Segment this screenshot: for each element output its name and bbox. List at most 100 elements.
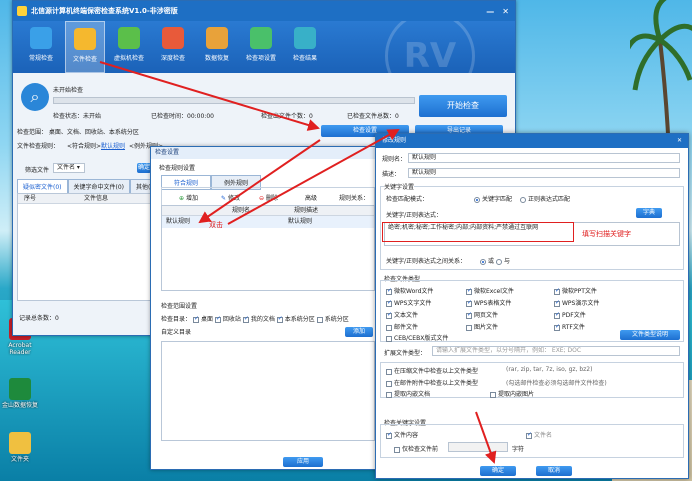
- scope-syspart-checkbox[interactable]: [276, 315, 283, 323]
- match-regex-radio[interactable]: 正则表达式匹配: [520, 194, 570, 203]
- scope-recycle-checkbox[interactable]: [214, 315, 221, 323]
- scan-not-started: 未开始检查: [53, 87, 84, 94]
- relation-or-radio[interactable]: 或: [480, 256, 494, 265]
- mail-attach-hint: (勾选邮件检查必须勾选邮件文件检查): [506, 380, 607, 387]
- keyword-highlight-box: [382, 222, 574, 242]
- main-titlebar: 北信源计算机终端保密检查系统V1.0-非涉密版 — ✕: [13, 1, 515, 21]
- type-image[interactable]: 图片文件: [466, 322, 498, 331]
- magnifier-icon: [162, 27, 184, 49]
- delete-rule-button[interactable]: ⊖ 删除: [259, 193, 278, 202]
- scope-summary: 检查范围： 桌面、文档、回收站、本系统分区: [17, 129, 139, 136]
- custom-dir-label: 自定义目录: [161, 329, 192, 336]
- app-logo-icon: [17, 6, 27, 16]
- filter-ok-button[interactable]: 确定: [137, 163, 151, 173]
- ext-type-input[interactable]: 请输入扩展文件类型，以分号隔开，例如： EXE; DOC: [432, 346, 680, 356]
- custom-dir-list[interactable]: [161, 341, 375, 441]
- scope-system-checkbox[interactable]: [316, 316, 323, 323]
- box-icon: [206, 27, 228, 49]
- file-name-checkbox[interactable]: 文件名: [526, 430, 552, 439]
- rule-table: 规则名 规则描述 默认规则 默认规则: [161, 205, 375, 291]
- close-button[interactable]: ✕: [502, 7, 509, 16]
- type-wps-sheet[interactable]: WPS表格文件: [466, 298, 511, 307]
- filter-label: 筛选文件: [25, 167, 50, 174]
- app-title: 北信源计算机终端保密检查系统V1.0-非涉密版: [31, 7, 178, 15]
- data-recovery-shortcut[interactable]: 金山数据恢复: [2, 378, 38, 409]
- col-file-info: 文件信息: [84, 195, 109, 202]
- embedded-image-checkbox[interactable]: 提取内嵌图片: [490, 389, 534, 398]
- dialog-close-icon[interactable]: ✕: [677, 134, 688, 148]
- scan-panel: ⌕ 未开始检查 开始检查 检查状态：未开始 已检查时间：00:00:00 检查出…: [17, 81, 513, 121]
- match-keyword-radio[interactable]: 关键字匹配: [474, 194, 512, 203]
- advanced-button[interactable]: 高级: [305, 193, 317, 202]
- scope-desktop-checkbox[interactable]: [192, 315, 199, 323]
- scan-status: 检查状态：未开始: [53, 113, 102, 120]
- filetype-explain-button[interactable]: 文件类型说明: [620, 330, 680, 340]
- toolbar-routine-check[interactable]: 常规检查: [21, 21, 61, 73]
- file-content-checkbox[interactable]: 文件内容: [386, 430, 418, 439]
- scan-total-count: 已检查文件总数：0: [347, 113, 399, 120]
- type-ceb[interactable]: CEB/CEBX版式文件: [386, 333, 448, 342]
- filter-select[interactable]: 文件名 ▾: [53, 163, 85, 173]
- rule-edit-title: 修改规则 ✕: [376, 134, 688, 148]
- cancel-button[interactable]: 取消: [536, 466, 572, 476]
- embedded-doc-checkbox[interactable]: 提取内嵌文档: [386, 389, 430, 398]
- disc-icon: [118, 27, 140, 49]
- result-table-header: 序号 文件信息: [18, 194, 150, 204]
- type-wps-present[interactable]: WPS演示文件: [554, 298, 599, 307]
- prefix-only-checkbox[interactable]: 仅检查文件前: [394, 444, 438, 453]
- compress-checkbox[interactable]: 在压缩文件中检查以上文件类型: [386, 366, 478, 375]
- type-text[interactable]: 文本文件: [386, 310, 418, 319]
- toolbar-file-check[interactable]: 文件检查: [65, 21, 105, 73]
- rule-table-header: 规则名 规则描述: [162, 206, 374, 216]
- chars-label: 字符: [512, 446, 525, 453]
- toolbar-deep-check[interactable]: 深度检查: [153, 21, 193, 73]
- folder-shortcut[interactable]: 文件夹: [2, 432, 38, 463]
- table-row[interactable]: 默认规则 默认规则: [162, 216, 374, 228]
- col-rule-desc: 规则描述: [294, 207, 319, 214]
- tab-keyword-hits[interactable]: 关键字命中文件(0): [67, 179, 130, 194]
- toolbar-check-settings[interactable]: 检查项设置: [241, 21, 281, 73]
- rule-row-desc: 默认规则: [288, 218, 313, 225]
- double-click-hint: 双击: [209, 221, 223, 229]
- rule-name-input[interactable]: 默认规则: [408, 153, 680, 163]
- toolbar-data-recovery[interactable]: 数据恢复: [197, 21, 237, 73]
- keyword-label: 关键字/正则表达式：: [386, 212, 443, 219]
- relation-and-radio[interactable]: 与: [496, 256, 510, 265]
- minimize-button[interactable]: —: [486, 7, 494, 16]
- type-ppt[interactable]: 微软PPT文件: [554, 286, 597, 295]
- gear-icon: [250, 27, 272, 49]
- delete-icon: ⊖: [259, 195, 265, 202]
- scope-mydocs-checkbox[interactable]: [242, 315, 249, 323]
- rule-sensitive: <符合规则>: [67, 143, 102, 150]
- type-web[interactable]: 网页文件: [466, 310, 498, 319]
- toolbar-vm-check[interactable]: 虚拟机检查: [109, 21, 149, 73]
- scan-progress-bar: [53, 97, 415, 104]
- edit-rule-button[interactable]: ✎ 修改: [221, 193, 240, 202]
- type-mail[interactable]: 邮件文件: [386, 322, 418, 331]
- add-dir-button[interactable]: 添加: [345, 327, 373, 337]
- rule-section-title: 检查规则设置: [159, 165, 196, 172]
- rule-default-link[interactable]: 默认规则: [101, 141, 125, 150]
- mail-attach-checkbox[interactable]: 在邮件附件中检查以上文件类型: [386, 378, 478, 387]
- rule-desc-input[interactable]: 默认规则: [408, 168, 680, 178]
- ok-button[interactable]: 确定: [480, 466, 516, 476]
- folder-icon: [74, 28, 96, 50]
- recovery-icon: [9, 378, 31, 400]
- rule-desc-label: 描述：: [382, 171, 401, 178]
- check-settings-title: 检查设置: [151, 147, 377, 159]
- type-word[interactable]: 微软Word文件: [386, 286, 433, 295]
- type-pdf[interactable]: PDF文件: [554, 310, 586, 319]
- toolbar-check-results[interactable]: 检查结果: [285, 21, 325, 73]
- type-rtf[interactable]: RTF文件: [554, 322, 585, 331]
- prefix-chars-input[interactable]: [448, 442, 508, 452]
- type-excel[interactable]: 微软Excel文件: [466, 286, 514, 295]
- start-check-button[interactable]: 开始检查: [419, 95, 507, 117]
- type-wps-text[interactable]: WPS文字文件: [386, 298, 431, 307]
- col-index: 序号: [24, 195, 37, 202]
- dictionary-button[interactable]: 字典: [636, 208, 662, 218]
- scan-magnifier-icon: ⌕: [21, 83, 49, 111]
- tab-suspect-files[interactable]: 疑似密文件(0): [17, 179, 68, 194]
- add-rule-button[interactable]: ⊕ 增加: [179, 193, 198, 202]
- result-tabs: 疑似密文件(0) 关键字命中文件(0) 其他(0): [17, 179, 163, 194]
- apply-button[interactable]: 应用: [283, 457, 323, 467]
